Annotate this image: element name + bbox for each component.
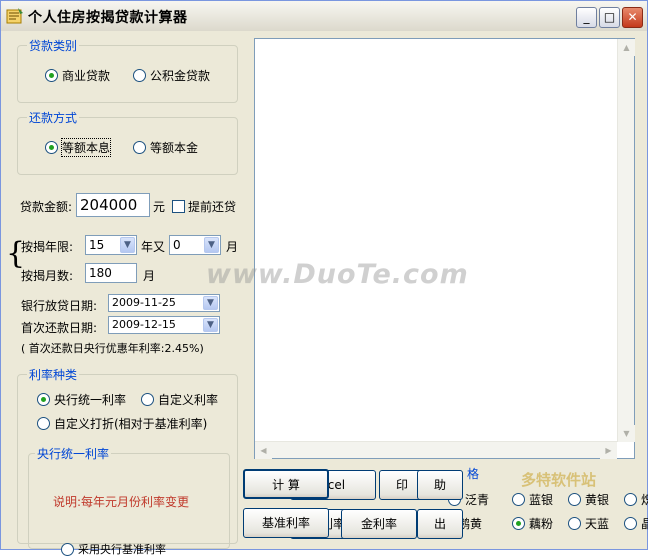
radio-label: 泛青: [465, 493, 490, 507]
help-button[interactable]: 助: [417, 470, 463, 500]
first-date-value: 2009-12-15: [112, 318, 176, 331]
first-payment-date-picker[interactable]: 2009-12-15 ▼: [108, 316, 220, 334]
radio-indicator: [141, 393, 154, 406]
first-payment-label: 首次还款日期:: [21, 321, 98, 335]
horizontal-scrollbar[interactable]: ◀ ▶: [255, 441, 617, 459]
app-icon: [6, 8, 23, 24]
term-years-label: 按揭年限:: [21, 240, 74, 254]
radio-label: 自定义打折(相对于基准利率): [54, 417, 208, 431]
radio-label: 自定义利率: [158, 393, 219, 407]
years-select[interactable]: 15 ▼: [85, 235, 137, 255]
radio-skin-partial-2[interactable]: 晶: [624, 515, 648, 532]
repay-method-legend: 还款方式: [27, 109, 80, 126]
radio-label: 炽: [641, 493, 648, 507]
rate-type-legend: 利率种类: [27, 366, 80, 383]
years-value: 15: [89, 238, 105, 252]
radio-skin-tianlan[interactable]: 天蓝: [568, 515, 609, 532]
scroll-down-icon[interactable]: ▼: [618, 425, 635, 442]
total-months-unit: 月: [143, 269, 156, 283]
radio-central-rate[interactable]: 央行统一利率: [37, 391, 126, 408]
total-months-label: 按揭月数:: [21, 269, 74, 283]
radio-label: 商业贷款: [62, 69, 111, 83]
radio-skin-lanyin[interactable]: 蓝银: [512, 491, 553, 508]
skin-legend: 格: [467, 467, 480, 481]
radio-indicator: [568, 517, 581, 530]
vertical-scrollbar[interactable]: ▲ ▼: [617, 39, 635, 442]
maximize-button[interactable]: □: [599, 7, 620, 28]
radio-indicator: [512, 493, 525, 506]
exit-button[interactable]: 出: [417, 509, 463, 539]
fund-rate-button[interactable]: 金利率: [341, 509, 417, 539]
radio-commercial-loan[interactable]: 商业贷款: [45, 67, 110, 84]
calculator-window: 个人住房按揭贷款计算器 _ □ ✕ 贷款类别 商业贷款 公积金贷款 还款方式 等…: [0, 0, 648, 556]
radio-use-base-rate[interactable]: 采用央行基准利率: [61, 541, 166, 557]
radio-indicator: [624, 517, 637, 530]
radio-skin-partial-1[interactable]: 炽: [624, 491, 648, 508]
radio-label: 等额本息: [60, 138, 112, 157]
loan-amount-label: 贷款金额:: [20, 200, 73, 214]
radio-custom-discount[interactable]: 自定义打折(相对于基准利率): [37, 415, 207, 432]
radio-indicator: [133, 69, 146, 82]
loan-amount-input[interactable]: 204000: [76, 193, 150, 217]
central-rate-legend: 央行统一利率: [35, 445, 112, 462]
radio-indicator: [37, 393, 50, 406]
months-select[interactable]: 0 ▼: [169, 235, 221, 255]
radio-label: 采用央行基准利率: [78, 543, 166, 556]
radio-indicator: [512, 517, 525, 530]
radio-indicator: [568, 493, 581, 506]
issue-date-value: 2009-11-25: [112, 296, 176, 309]
month-unit: 月: [226, 240, 239, 254]
months-value: 0: [173, 238, 181, 252]
issue-date-label: 银行放贷日期:: [21, 299, 98, 313]
radio-indicator: [45, 69, 58, 82]
radio-indicator: [37, 417, 50, 430]
results-pane[interactable]: ▲ ▼ ◀ ▶: [254, 38, 635, 459]
radio-indicator: [624, 493, 637, 506]
radio-custom-rate[interactable]: 自定义利率: [141, 391, 218, 408]
radio-label: 黄银: [585, 493, 610, 507]
radio-label: 央行统一利率: [54, 393, 127, 407]
base-rate-button[interactable]: 基准利率: [243, 508, 329, 538]
rate-change-note: 说明:每年元月份利率变更: [53, 495, 190, 509]
radio-skin-oufen[interactable]: 藕粉: [512, 515, 553, 532]
scroll-left-icon[interactable]: ◀: [255, 442, 272, 459]
radio-indicator: [45, 141, 58, 154]
chevron-down-icon: ▼: [203, 296, 218, 310]
minimize-button[interactable]: _: [576, 7, 597, 28]
calculate-button[interactable]: 计 算: [243, 469, 329, 499]
radio-indicator: [133, 141, 146, 154]
prepay-checkbox[interactable]: 提前还贷: [172, 198, 236, 215]
radio-indicator: [61, 542, 74, 556]
radio-label: 藕粉: [529, 517, 554, 531]
amount-unit: 元: [153, 200, 166, 214]
radio-label: 晶: [641, 517, 648, 531]
radio-label: 公积金贷款: [150, 69, 211, 83]
radio-equal-principal[interactable]: 等额本金: [133, 139, 198, 156]
prepay-label: 提前还贷: [188, 200, 237, 214]
chevron-down-icon: ▼: [203, 318, 218, 332]
chevron-down-icon: ▼: [120, 237, 135, 253]
radio-label: 天蓝: [585, 517, 610, 531]
close-button[interactable]: ✕: [622, 7, 643, 28]
radio-housing-fund-loan[interactable]: 公积金贷款: [133, 67, 210, 84]
corner-watermark: 多特软件站: [521, 471, 597, 489]
term-and-label: 年又: [141, 240, 166, 254]
radio-label: 蓝银: [529, 493, 554, 507]
radio-label: 等额本金: [150, 141, 199, 155]
radio-equal-installment[interactable]: 等额本息: [45, 138, 112, 157]
issue-date-picker[interactable]: 2009-11-25 ▼: [108, 294, 220, 312]
preferential-rate-note: ( 首次还款日央行优惠年利率:2.45%): [21, 342, 204, 355]
loan-type-legend: 贷款类别: [27, 37, 80, 54]
title-bar: 个人住房按揭贷款计算器 _ □ ✕: [1, 1, 647, 31]
chevron-down-icon: ▼: [204, 237, 219, 253]
scroll-up-icon[interactable]: ▲: [618, 39, 635, 56]
watermark-text: www.DuoTe.com: [206, 259, 469, 290]
checkbox-box: [172, 200, 185, 213]
window-title: 个人住房按揭贷款计算器: [28, 10, 188, 26]
radio-skin-huangyin[interactable]: 黄银: [568, 491, 609, 508]
scroll-right-icon[interactable]: ▶: [600, 442, 617, 459]
total-months-input[interactable]: 180: [85, 263, 137, 283]
